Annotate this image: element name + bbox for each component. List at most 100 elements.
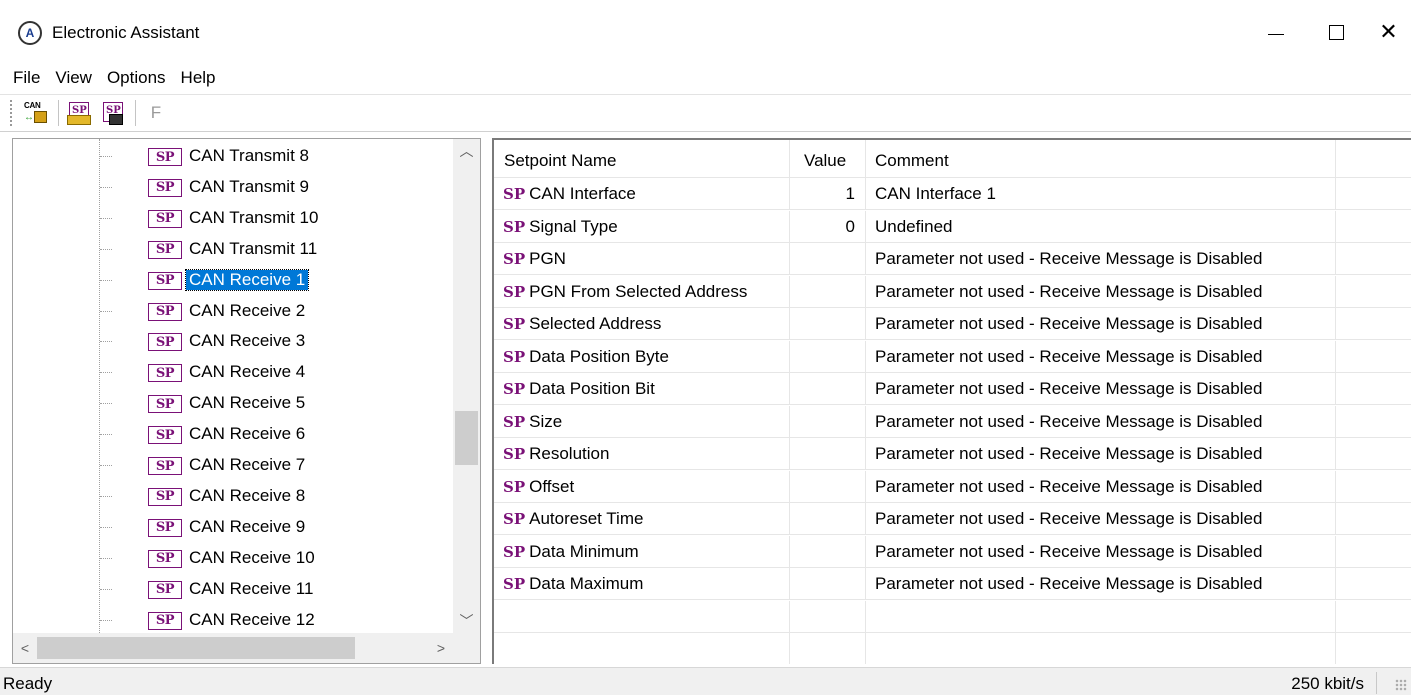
setpoint-name-cell[interactable]: SP CAN Interface	[494, 178, 790, 209]
tree-item[interactable]: SP CAN Receive 9	[13, 512, 453, 542]
tree-connector-line	[100, 372, 112, 374]
tree-item[interactable]: SP CAN Receive 10	[13, 543, 453, 573]
tree-connector-line	[100, 156, 112, 157]
setpoint-group-tree[interactable]: SP CAN Transmit 8 SP CAN Transmit 9 SP CAN Tr…	[12, 138, 481, 664]
status-separator	[1376, 672, 1377, 694]
scroll-down-arrow-icon[interactable]: ﹀	[453, 609, 480, 633]
setpoint-value-cell[interactable]	[790, 275, 866, 307]
setpoint-name: CAN Interface	[529, 184, 636, 203]
column-header-value[interactable]: Value	[790, 140, 866, 177]
menu-file[interactable]: File	[10, 68, 48, 88]
resize-grip-icon[interactable]	[1395, 679, 1407, 691]
horizontal-scroll-thumb[interactable]	[37, 637, 355, 659]
setpoint-value-cell[interactable]	[790, 438, 866, 469]
setpoint-name: Data Position Byte	[529, 346, 669, 366]
tree-item[interactable]: SP CAN Receive 1	[13, 265, 453, 295]
can-connect-button[interactable]: CAN ↔	[22, 99, 50, 127]
tree-item[interactable]: SP CAN Receive 3	[13, 326, 453, 356]
setpoint-grid: Setpoint Name Value Comment SP CAN Interf…	[492, 138, 1411, 664]
setpoint-row[interactable]: SP Selected Address Parameter not used - R…	[494, 308, 1411, 340]
setpoint-name-cell[interactable]: SP PGN	[494, 243, 790, 274]
tree-vertical-scrollbar[interactable]: ︿ ﹀	[453, 139, 480, 633]
setpoint-row[interactable]: SP Offset Parameter not used - Receive Mes…	[494, 470, 1411, 503]
tree-item[interactable]: SP CAN Receive 5	[13, 388, 453, 418]
scroll-up-arrow-icon[interactable]: ︿	[453, 139, 480, 163]
pane-splitter[interactable]	[484, 138, 492, 664]
setpoint-name-cell[interactable]: SP Autoreset Time	[494, 503, 790, 534]
setpoint-value-cell[interactable]	[790, 340, 866, 372]
setpoint-value-cell[interactable]: 1	[790, 178, 866, 209]
setpoint-name-cell[interactable]: SP Data Minimum	[494, 535, 790, 567]
tree-item[interactable]: SP CAN Transmit 8	[13, 141, 453, 171]
setpoint-row[interactable]: SP Autoreset Time Parameter not used - Rec…	[494, 503, 1411, 535]
vertical-scroll-thumb[interactable]	[455, 411, 478, 465]
menu-view[interactable]: View	[52, 68, 100, 88]
setpoint-value-cell[interactable]	[790, 470, 866, 502]
can-bitrate: 250 kbit/s	[1291, 674, 1364, 693]
setpoint-row[interactable]: SP Data Minimum Parameter not used - Recei…	[494, 535, 1411, 568]
setpoint-value-cell[interactable]	[790, 568, 866, 599]
setpoint-name-cell[interactable]: SP Offset	[494, 470, 790, 502]
minimize-button[interactable]	[1246, 8, 1306, 56]
setpoint-comment-cell: Parameter not used - Receive Message is …	[866, 503, 1336, 534]
setpoint-name: PGN From Selected Address	[529, 281, 748, 301]
tree-connector-line	[100, 495, 112, 497]
menu-help[interactable]: Help	[178, 68, 224, 88]
setpoint-row[interactable]: SP Data Position Byte Parameter not used -…	[494, 340, 1411, 373]
setpoint-value-cell[interactable]	[790, 308, 866, 339]
setpoint-name-cell[interactable]: SP Data Maximum	[494, 568, 790, 599]
tree-item[interactable]: SP CAN Receive 11	[13, 574, 453, 604]
scroll-left-arrow-icon[interactable]: <	[13, 633, 37, 663]
status-text: Ready	[3, 674, 53, 693]
tree-item[interactable]: SP CAN Receive 4	[13, 357, 453, 387]
tree-item-label: CAN Receive 7	[189, 455, 306, 474]
setpoint-name-cell[interactable]: SP Data Position Bit	[494, 373, 790, 404]
tree-item[interactable]: SP CAN Receive 12	[13, 605, 453, 635]
setpoint-value-cell[interactable]	[790, 503, 866, 534]
column-header-setpoint-name[interactable]: Setpoint Name	[494, 140, 790, 177]
flash-button[interactable]: F	[142, 99, 170, 127]
column-header-comment[interactable]: Comment	[866, 140, 1336, 177]
setpoint-icon: SP	[148, 580, 182, 599]
menu-options[interactable]: Options	[104, 68, 174, 88]
setpoint-name-cell[interactable]: SP Resolution	[494, 438, 790, 469]
tree-item[interactable]: SP CAN Transmit 10	[13, 203, 453, 233]
setpoint-icon: SP	[148, 209, 182, 228]
setpoint-row[interactable]: SP Resolution Parameter not used - Receive…	[494, 438, 1411, 470]
save-setpoints-button[interactable]: SP	[99, 99, 127, 127]
tree-item-label: CAN Transmit 11	[189, 238, 318, 258]
tree-item[interactable]: SP CAN Transmit 11	[13, 234, 453, 264]
setpoint-value-cell[interactable]	[790, 243, 866, 274]
tree-item[interactable]: SP CAN Transmit 9	[13, 172, 453, 202]
tree-item[interactable]: SP CAN Receive 6	[13, 419, 453, 449]
setpoint-value-cell[interactable]	[790, 535, 866, 567]
tree-item[interactable]: SP CAN Receive 7	[13, 450, 453, 480]
maximize-button[interactable]	[1306, 8, 1366, 56]
tree-item[interactable]: SP CAN Receive 2	[13, 296, 453, 326]
setpoint-name-cell[interactable]: SP Data Position Byte	[494, 340, 790, 372]
scroll-right-arrow-icon[interactable]: >	[429, 633, 453, 663]
close-button[interactable]: ✕	[1366, 8, 1411, 56]
open-setpoints-button[interactable]: SP	[65, 99, 93, 127]
setpoint-name-cell[interactable]: SP PGN From Selected Address	[494, 275, 790, 307]
setpoint-name-cell[interactable]: SP Signal Type	[494, 210, 790, 242]
setpoint-row[interactable]: SP Size Parameter not used - Receive Messa…	[494, 405, 1411, 438]
setpoint-row[interactable]: SP CAN Interface 1 CAN Interface 1	[494, 178, 1411, 210]
title-bar: A Electronic Assistant ✕	[0, 0, 1411, 64]
toolbar-grip[interactable]	[10, 100, 14, 126]
setpoint-row[interactable]: SP Data Position Bit Parameter not used - …	[494, 373, 1411, 405]
tree-horizontal-scrollbar[interactable]: < >	[13, 633, 453, 663]
setpoint-name-cell[interactable]: SP Size	[494, 405, 790, 437]
setpoint-row[interactable]: SP Signal Type 0 Undefined	[494, 210, 1411, 243]
setpoint-row[interactable]: SP PGN From Selected Address Parameter not…	[494, 275, 1411, 308]
setpoint-comment-cell: Parameter not used - Receive Message is …	[866, 470, 1336, 502]
setpoint-value-cell[interactable]	[790, 373, 866, 404]
tree-item[interactable]: SP CAN Receive 8	[13, 481, 453, 511]
setpoint-value-cell[interactable]	[790, 405, 866, 437]
tree-item-label: CAN Receive 6	[189, 424, 306, 444]
setpoint-name-cell[interactable]: SP Selected Address	[494, 308, 790, 339]
setpoint-prefix: SP	[503, 347, 526, 366]
setpoint-row[interactable]: SP Data Maximum Parameter not used - Recei…	[494, 568, 1411, 600]
setpoint-row[interactable]: SP PGN Parameter not used - Receive Messag…	[494, 243, 1411, 275]
setpoint-value-cell[interactable]: 0	[790, 210, 866, 242]
